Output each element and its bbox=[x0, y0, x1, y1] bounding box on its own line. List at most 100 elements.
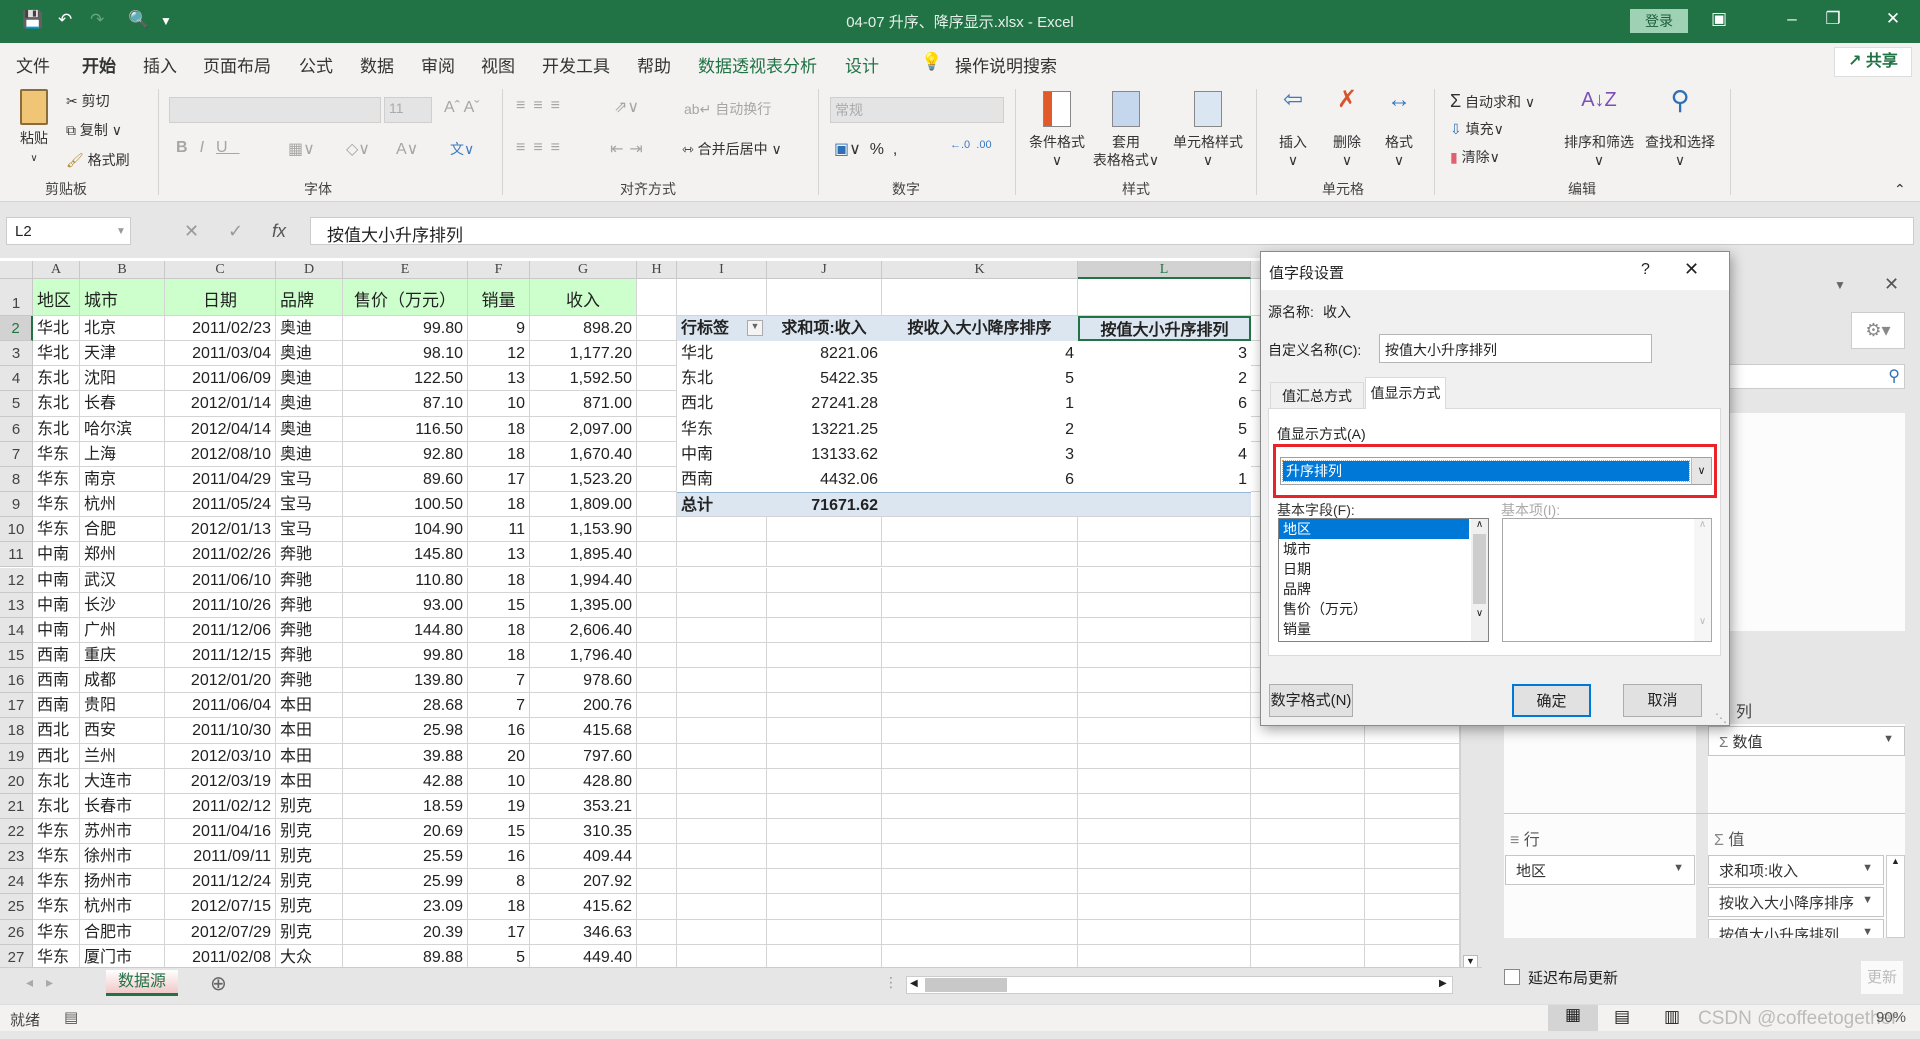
row-header[interactable]: 26 bbox=[0, 919, 33, 945]
cell[interactable] bbox=[882, 919, 1078, 945]
rows-area[interactable]: 地区 ▼ bbox=[1504, 853, 1696, 938]
value-field[interactable]: 按值大小升序排列 ▼ bbox=[1708, 919, 1884, 938]
vertical-align-icons[interactable]: ≡≡≡ bbox=[516, 97, 568, 115]
cell[interactable] bbox=[637, 718, 677, 744]
data-cell[interactable]: 2011/06/09 bbox=[165, 366, 276, 392]
data-cell[interactable]: 353.21 bbox=[530, 793, 637, 819]
pivot-cell[interactable]: 5422.35 bbox=[767, 366, 882, 392]
pivot-total-cell[interactable]: 71671.62 bbox=[767, 492, 882, 518]
conditional-formatting-button[interactable]: 条件格式 ∨ bbox=[1024, 91, 1090, 169]
cell[interactable] bbox=[1365, 919, 1460, 945]
cut-button[interactable]: ✂ 剪切 bbox=[66, 91, 110, 111]
data-cell[interactable]: 奥迪 bbox=[276, 416, 343, 442]
data-cell[interactable]: 110.80 bbox=[343, 567, 468, 593]
data-cell[interactable]: 1,796.40 bbox=[530, 642, 637, 669]
cell[interactable] bbox=[637, 416, 677, 442]
data-cell[interactable]: 28.68 bbox=[343, 693, 468, 719]
data-cell[interactable]: 华东 bbox=[33, 492, 80, 518]
pivot-cell[interactable]: 1 bbox=[1078, 466, 1251, 493]
scroll-up-icon[interactable]: ▲ bbox=[1887, 856, 1904, 866]
cell[interactable] bbox=[1365, 844, 1460, 870]
data-cell[interactable]: 苏州市 bbox=[80, 819, 165, 845]
data-cell[interactable]: 15 bbox=[468, 592, 530, 618]
custom-name-input[interactable]: 按值大小升序排列 bbox=[1379, 334, 1652, 363]
cell[interactable] bbox=[1078, 894, 1251, 920]
delete-cells-button[interactable]: ✗ 删除 ∨ bbox=[1322, 88, 1372, 169]
minimize-icon[interactable]: – bbox=[1777, 9, 1807, 29]
data-cell[interactable]: 1,809.00 bbox=[530, 492, 637, 518]
data-cell[interactable]: 奔驰 bbox=[276, 668, 343, 694]
row-header[interactable]: 3 bbox=[0, 341, 33, 367]
font-color-icon[interactable]: A∨ bbox=[396, 139, 418, 159]
cell[interactable] bbox=[1078, 592, 1251, 618]
data-cell[interactable]: 898.20 bbox=[530, 316, 637, 342]
tab-design[interactable]: 设计 bbox=[845, 52, 879, 77]
header-cell[interactable]: 地区 bbox=[33, 279, 80, 316]
data-cell[interactable]: 华东 bbox=[33, 819, 80, 845]
data-cell[interactable]: 东北 bbox=[33, 416, 80, 442]
cell[interactable] bbox=[1251, 894, 1365, 920]
pivot-cell[interactable]: 13133.62 bbox=[767, 441, 882, 467]
data-cell[interactable]: 扬州市 bbox=[80, 869, 165, 895]
data-cell[interactable]: 16 bbox=[468, 718, 530, 744]
data-cell[interactable]: 98.10 bbox=[343, 341, 468, 367]
cell[interactable] bbox=[1078, 567, 1251, 593]
data-cell[interactable]: 2011/06/04 bbox=[165, 693, 276, 719]
data-cell[interactable]: 89.88 bbox=[343, 944, 468, 967]
data-cell[interactable]: 1,895.40 bbox=[530, 542, 637, 568]
cell[interactable] bbox=[882, 542, 1078, 568]
pivot-cell[interactable]: 4 bbox=[882, 341, 1078, 367]
data-cell[interactable]: 92.80 bbox=[343, 441, 468, 467]
data-cell[interactable]: 上海 bbox=[80, 441, 165, 467]
cell[interactable] bbox=[637, 492, 677, 518]
row-header[interactable]: 27 bbox=[0, 944, 33, 967]
data-cell[interactable]: 20.39 bbox=[343, 919, 468, 945]
cell[interactable] bbox=[1078, 819, 1251, 845]
cell[interactable] bbox=[767, 793, 882, 819]
data-cell[interactable]: 9 bbox=[468, 316, 530, 342]
header-cell[interactable]: 收入 bbox=[530, 279, 637, 316]
data-cell[interactable]: 19 bbox=[468, 793, 530, 819]
row-header[interactable]: 11 bbox=[0, 542, 33, 568]
format-as-table-button[interactable]: 套用 表格格式∨ bbox=[1090, 91, 1162, 169]
select-all-button[interactable] bbox=[0, 261, 33, 279]
cell[interactable] bbox=[767, 894, 882, 920]
scroll-right-icon[interactable]: ▶ bbox=[1439, 978, 1447, 989]
row-header[interactable]: 17 bbox=[0, 693, 33, 719]
data-cell[interactable]: 145.80 bbox=[343, 542, 468, 568]
autosum-button[interactable]: Σ 自动求和 ∨ bbox=[1450, 91, 1535, 112]
header-cell[interactable]: 日期 bbox=[165, 279, 276, 316]
data-cell[interactable]: 奔驰 bbox=[276, 542, 343, 568]
header-cell[interactable]: 销量 bbox=[468, 279, 530, 316]
data-cell[interactable]: 87.10 bbox=[343, 391, 468, 417]
tab-show-values-as[interactable]: 值显示方式 bbox=[1365, 377, 1446, 409]
data-cell[interactable]: 中南 bbox=[33, 567, 80, 593]
data-cell[interactable]: 沈阳 bbox=[80, 366, 165, 392]
cell[interactable] bbox=[637, 919, 677, 945]
data-cell[interactable]: 东北 bbox=[33, 391, 80, 417]
close-window-icon[interactable]: ✕ bbox=[1878, 9, 1908, 29]
name-box-dropdown-icon[interactable]: ▼ bbox=[116, 226, 126, 237]
pivot-cell[interactable]: 1 bbox=[882, 391, 1078, 417]
pivot-cell[interactable]: 8221.06 bbox=[767, 341, 882, 367]
base-field-item[interactable]: 城市 bbox=[1279, 539, 1469, 559]
data-cell[interactable]: 华东 bbox=[33, 919, 80, 945]
increase-font-icon[interactable]: Aˆ Aˇ bbox=[444, 99, 480, 117]
dialog-close-icon[interactable]: ✕ bbox=[1684, 259, 1699, 280]
data-cell[interactable]: 2012/01/20 bbox=[165, 668, 276, 694]
data-cell[interactable]: 奥迪 bbox=[276, 441, 343, 467]
cell[interactable] bbox=[767, 592, 882, 618]
data-cell[interactable]: 13 bbox=[468, 542, 530, 568]
cell[interactable] bbox=[767, 718, 882, 744]
pivot-cell[interactable]: 2 bbox=[882, 416, 1078, 442]
find-select-button[interactable]: ⚲ 查找和选择 ∨ bbox=[1640, 87, 1720, 169]
row-header[interactable]: 19 bbox=[0, 743, 33, 769]
data-cell[interactable]: 2011/10/30 bbox=[165, 718, 276, 744]
data-cell[interactable]: 116.50 bbox=[343, 416, 468, 442]
data-cell[interactable]: 哈尔滨 bbox=[80, 416, 165, 442]
data-cell[interactable]: 广州 bbox=[80, 617, 165, 643]
tab-summarize-values[interactable]: 值汇总方式 bbox=[1270, 382, 1364, 408]
data-cell[interactable]: 奥迪 bbox=[276, 366, 343, 392]
row-header[interactable]: 1 bbox=[0, 279, 33, 316]
data-cell[interactable]: 2011/05/24 bbox=[165, 492, 276, 518]
